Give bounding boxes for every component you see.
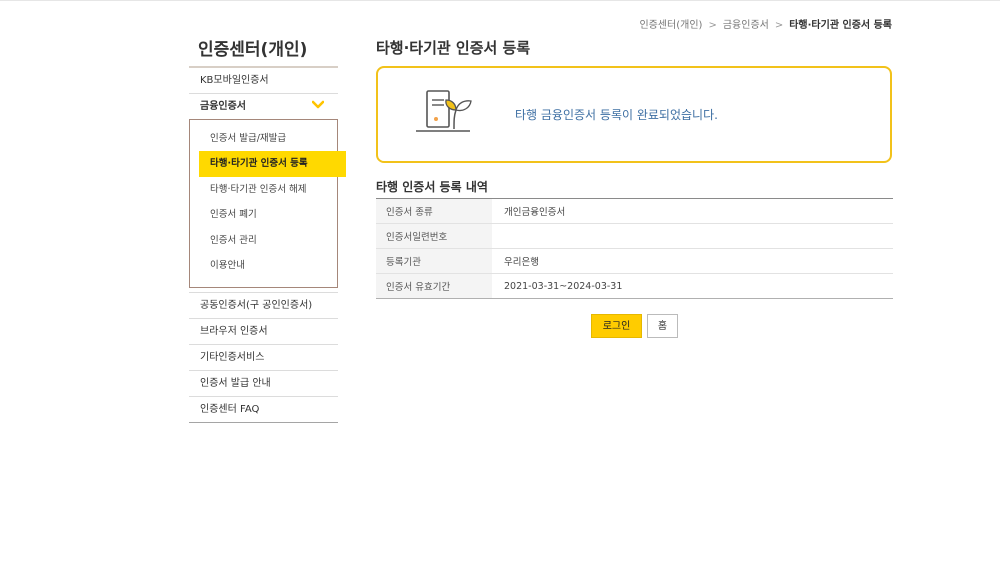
row-label-registrar: 등록기관 [376,248,492,274]
sidebar-submenu: 인증서 발급/재발급 타행·타기관 인증서 등록 타행·타기관 인증서 해제 인… [189,119,346,289]
breadcrumb-separator: > [708,20,717,31]
sidebar-item-browser-cert[interactable]: 브라우저 인증서 [189,318,338,344]
breadcrumb-item-category[interactable]: 금융인증서 [723,16,769,31]
table-row: 인증서 유효기간 2021-03-31~2024-03-31 [376,273,893,299]
login-button[interactable]: 로그인 [591,314,642,338]
breadcrumb-item-current: 타행·타기관 인증서 등록 [789,20,892,31]
row-label-cert-type: 인증서 종류 [376,198,492,224]
row-label-serial-number: 인증서일련번호 [376,223,492,249]
home-button[interactable]: 홈 [647,314,678,338]
sidebar-item-joint-cert[interactable]: 공동인증서(구 공인인증서) [189,292,338,318]
sidebar-item-financial-cert[interactable]: 금융인증서 [189,93,338,119]
table-row: 인증서 종류 개인금융인증서 [376,198,893,224]
row-value-validity: 2021-03-31~2024-03-31 [504,280,623,292]
row-value-cert-type: 개인금융인증서 [504,207,566,218]
submenu-item-revoke[interactable]: 인증서 폐기 [190,202,337,227]
completion-message: 타행 금융인증서 등록이 완료되었습니다. [515,108,718,122]
submenu-item-issue[interactable]: 인증서 발급/재발급 [190,126,337,151]
sidebar-item-label: 금융인증서 [200,101,246,112]
table-row: 인증서일련번호 [376,223,893,249]
submenu-item-manage[interactable]: 인증서 관리 [190,228,337,253]
chevron-down-icon [312,100,324,109]
sidebar-item-other-services[interactable]: 기타인증서비스 [189,344,338,370]
completion-notice-box: 타행 금융인증서 등록이 완료되었습니다. [376,66,892,163]
sidebar: KB모바일인증서 금융인증서 인증서 발급/재발급 타행·타기관 인증서 등록 … [189,66,346,424]
registration-details-table: 인증서 종류 개인금융인증서 인증서일련번호 등록기관 우리은행 인증서 유효기… [376,198,893,299]
sidebar-title: 인증센터(개인) [198,40,308,60]
top-divider [0,0,1000,1]
page-title: 타행·타기관 인증서 등록 [376,39,531,57]
submenu-item-unregister[interactable]: 타행·타기관 인증서 해제 [190,177,337,202]
sidebar-item-issue-guide[interactable]: 인증서 발급 안내 [189,370,338,396]
section-title: 타행 인증서 등록 내역 [376,180,488,194]
row-value-registrar: 우리은행 [504,257,539,268]
sidebar-item-kb-mobile-cert[interactable]: KB모바일인증서 [189,66,338,93]
submenu-item-guide[interactable]: 이용안내 [190,253,337,278]
sidebar-item-faq[interactable]: 인증센터 FAQ [189,396,338,424]
breadcrumb-item-home[interactable]: 인증센터(개인) [639,16,702,31]
row-value-serial-number [492,224,893,249]
row-label-validity: 인증서 유효기간 [376,273,492,299]
submenu-item-register-active[interactable]: 타행·타기관 인증서 등록 [199,151,346,177]
breadcrumb-separator: > [774,20,784,31]
table-row: 등록기관 우리은행 [376,248,893,274]
breadcrumb: 인증센터(개인) > 금융인증서 > 타행·타기관 인증서 등록 [639,16,892,31]
certificate-leaf-icon [416,90,472,132]
